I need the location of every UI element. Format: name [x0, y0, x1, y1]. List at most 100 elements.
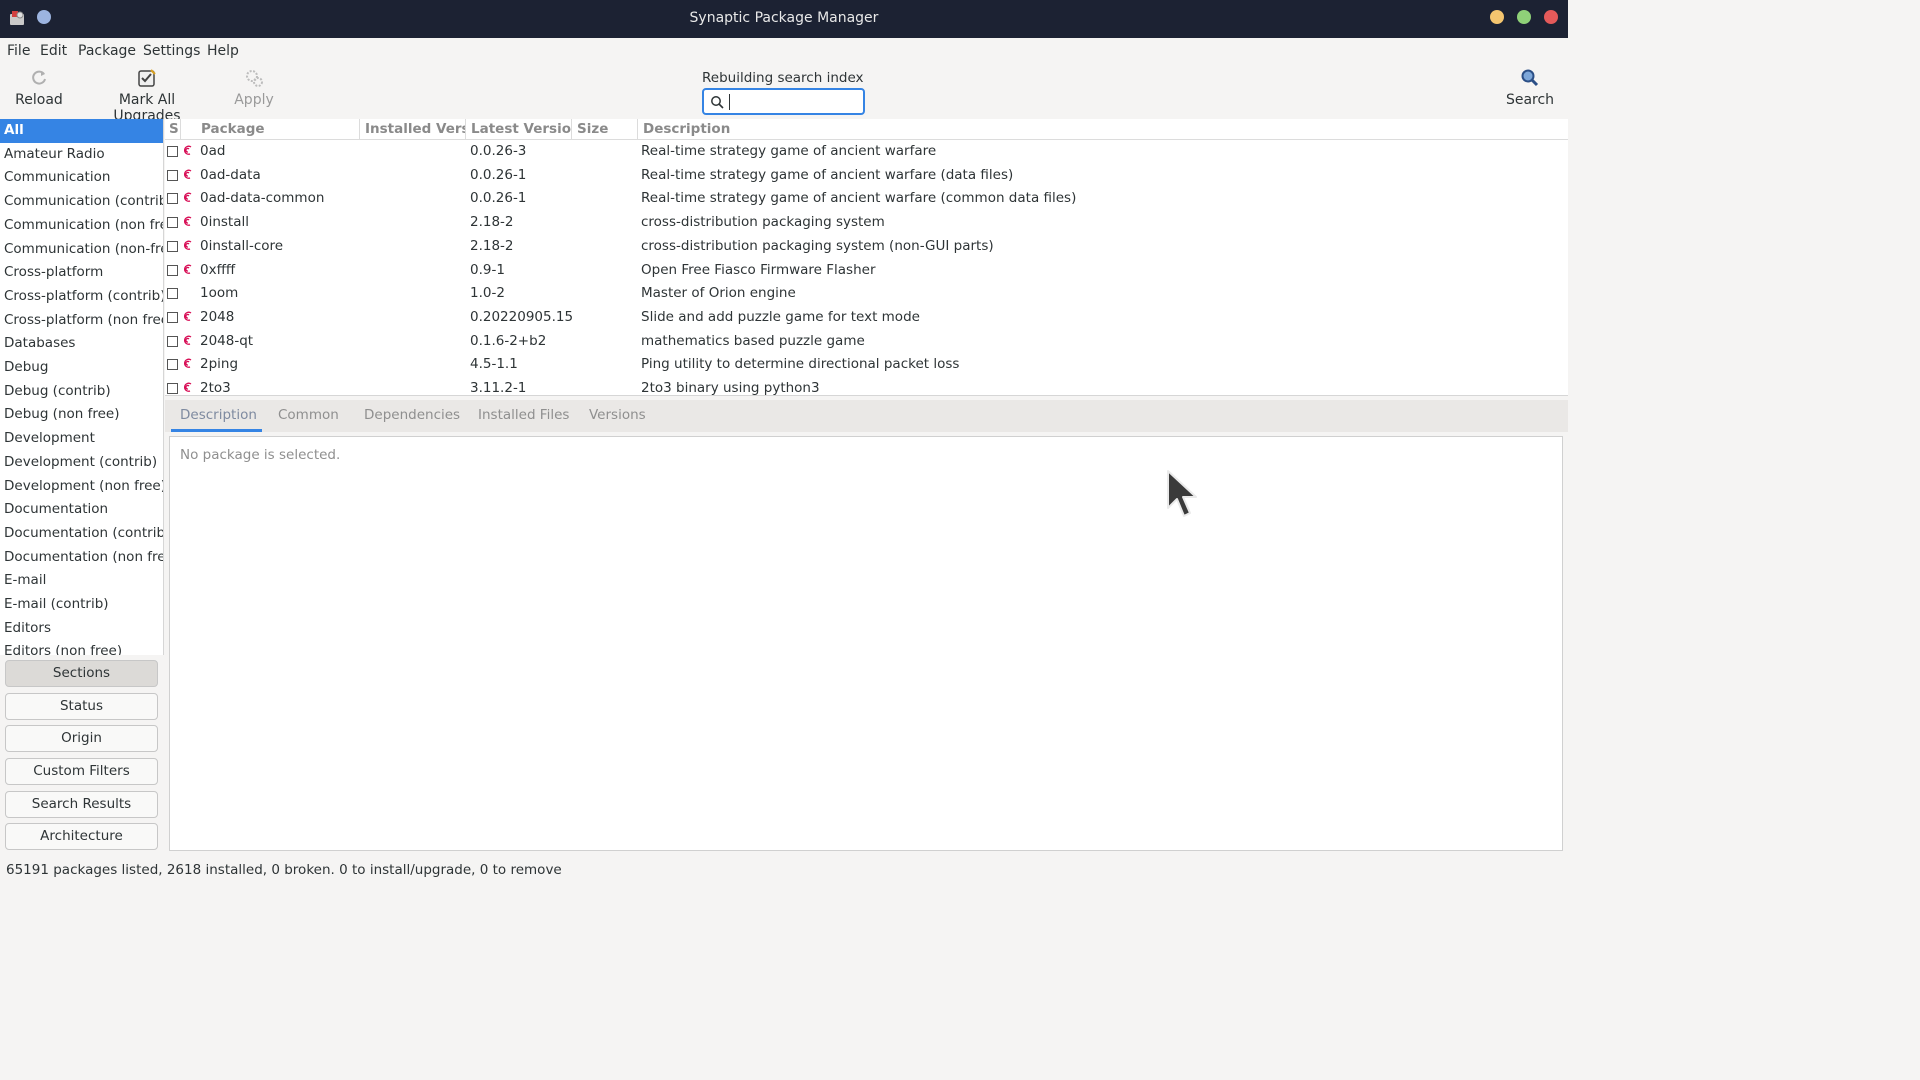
- col-installed-header[interactable]: Installed Version: [360, 119, 466, 140]
- table-row[interactable]: 0install 2.18-2 cross-distribution packagi…: [165, 211, 1568, 235]
- title-bar: Synaptic Package Manager: [0, 0, 1568, 38]
- section-item[interactable]: Databases: [0, 332, 163, 356]
- package-description: Real-time strategy game of ancient warfa…: [641, 143, 937, 159]
- package-checkbox[interactable]: [167, 359, 178, 371]
- reload-button[interactable]: Reload: [14, 68, 64, 108]
- mark-all-upgrades-button[interactable]: Mark All Upgrades: [88, 68, 206, 124]
- search-results-button[interactable]: Search Results: [5, 791, 158, 818]
- package-list[interactable]: S Package Installed Version Latest Versi…: [165, 119, 1568, 396]
- table-row[interactable]: 2048-qt 0.1.6-2+b2 mathematics based puzzl…: [165, 330, 1568, 354]
- debian-swirl-icon: [184, 311, 192, 321]
- section-item[interactable]: Development (contrib): [0, 451, 163, 475]
- package-checkbox[interactable]: [167, 169, 178, 181]
- section-item[interactable]: Debug: [0, 356, 163, 380]
- package-name: 0xffff: [200, 261, 236, 278]
- table-row[interactable]: 2048 0.20220905.155 Slide and add puzzle g…: [165, 306, 1568, 330]
- package-checkbox[interactable]: [167, 193, 178, 205]
- section-item[interactable]: Cross-platform: [0, 261, 163, 285]
- package-checkbox[interactable]: [167, 240, 178, 252]
- tab-common[interactable]: Common: [278, 407, 339, 423]
- mouse-cursor-icon: [1167, 470, 1197, 517]
- synaptic-window: Synaptic Package Manager File Edit Packa…: [0, 0, 1568, 882]
- package-description: Real-time strategy game of ancient warfa…: [641, 190, 1077, 207]
- menu-edit[interactable]: Edit: [40, 43, 67, 59]
- reload-label: Reload: [15, 92, 63, 108]
- details-tabs: Description Common Dependencies Installe…: [165, 400, 1568, 432]
- reload-icon: [32, 70, 46, 85]
- package-checkbox[interactable]: [167, 217, 178, 229]
- package-checkbox[interactable]: [167, 146, 178, 157]
- section-item[interactable]: Documentation: [0, 498, 163, 522]
- latest-version: 0.0.26-1: [470, 166, 527, 183]
- section-item[interactable]: Editors: [0, 617, 163, 641]
- sections-filter-button[interactable]: Sections: [5, 660, 158, 687]
- table-row[interactable]: 0install-core 2.18-2 cross-distribution pa…: [165, 235, 1568, 259]
- table-row[interactable]: 2to3 3.11.2-1 2to3 binary using python3: [165, 377, 1568, 396]
- architecture-filter-button[interactable]: Architecture: [5, 823, 158, 850]
- search-field[interactable]: [702, 88, 865, 115]
- package-name: 0install: [200, 214, 249, 231]
- section-item[interactable]: Cross-platform (contrib): [0, 285, 163, 309]
- section-item[interactable]: Debug (non free): [0, 403, 163, 427]
- custom-filters-button[interactable]: Custom Filters: [5, 758, 158, 785]
- maximize-button[interactable]: [1517, 10, 1531, 24]
- search-input[interactable]: [728, 93, 858, 111]
- package-description: 2to3 binary using python3: [641, 380, 820, 396]
- minimize-button[interactable]: [1490, 10, 1504, 24]
- search-button-label: Search: [1505, 92, 1555, 108]
- section-item[interactable]: All: [0, 119, 163, 143]
- col-package-header[interactable]: Package: [196, 119, 360, 140]
- table-row[interactable]: 0xffff 0.9-1 Open Free Fiasco Firmware Fla…: [165, 259, 1568, 283]
- section-item[interactable]: E-mail: [0, 569, 163, 593]
- col-status-header[interactable]: S: [165, 119, 181, 140]
- menu-help[interactable]: Help: [207, 43, 239, 59]
- table-row[interactable]: 0ad 0.0.26-3 Real-time strategy game of an…: [165, 140, 1568, 164]
- table-row[interactable]: 2ping 4.5-1.1 Ping utility to determine di…: [165, 353, 1568, 377]
- tab-description[interactable]: Description: [180, 407, 257, 423]
- col-latest-header[interactable]: Latest Version: [466, 119, 572, 140]
- package-checkbox[interactable]: [167, 264, 178, 276]
- section-item[interactable]: E-mail (contrib): [0, 593, 163, 617]
- col-size-header[interactable]: Size: [572, 119, 638, 140]
- apply-button[interactable]: Apply: [230, 68, 278, 108]
- package-name: 0ad: [200, 143, 226, 159]
- menu-settings[interactable]: Settings: [143, 43, 200, 59]
- col-description-header[interactable]: Description: [638, 119, 1568, 140]
- section-item[interactable]: Communication (contrib): [0, 190, 163, 214]
- section-item[interactable]: Communication: [0, 166, 163, 190]
- package-name: 2ping: [200, 356, 239, 373]
- package-description: cross-distribution packaging system: [641, 214, 885, 231]
- section-item[interactable]: Communication (non free): [0, 214, 163, 238]
- section-item[interactable]: Editors (non free): [0, 640, 163, 655]
- section-item[interactable]: Communication (non-free): [0, 238, 163, 262]
- sections-list[interactable]: All Amateur Radio Communication Communic…: [0, 119, 164, 655]
- section-item[interactable]: Development: [0, 427, 163, 451]
- package-checkbox[interactable]: [167, 311, 178, 323]
- package-description: Real-time strategy game of ancient warfa…: [641, 166, 1014, 183]
- latest-version: 0.0.26-1: [470, 190, 527, 207]
- package-checkbox[interactable]: [167, 335, 178, 347]
- latest-version: 0.0.26-3: [470, 143, 527, 159]
- section-item[interactable]: Debug (contrib): [0, 380, 163, 404]
- package-checkbox[interactable]: [167, 288, 178, 300]
- table-row[interactable]: 0ad-data-common 0.0.26-1 Real-time strateg…: [165, 187, 1568, 211]
- section-item[interactable]: Development (non free): [0, 475, 163, 499]
- tab-installed-files[interactable]: Installed Files: [478, 407, 569, 423]
- package-checkbox[interactable]: [167, 383, 178, 394]
- latest-version: 0.20220905.155: [470, 308, 572, 325]
- tab-dependencies[interactable]: Dependencies: [364, 407, 460, 423]
- section-item[interactable]: Amateur Radio: [0, 143, 163, 167]
- menu-package[interactable]: Package: [78, 43, 136, 59]
- menu-file[interactable]: File: [7, 43, 30, 59]
- origin-filter-button[interactable]: Origin: [5, 725, 158, 752]
- search-button[interactable]: Search: [1502, 68, 1558, 108]
- close-button[interactable]: [1544, 10, 1558, 24]
- table-row[interactable]: 0ad-data 0.0.26-1 Real-time strategy game …: [165, 164, 1568, 188]
- status-filter-button[interactable]: Status: [5, 693, 158, 720]
- section-item[interactable]: Documentation (non free): [0, 546, 163, 570]
- tab-versions[interactable]: Versions: [589, 407, 646, 423]
- section-item[interactable]: Documentation (contrib): [0, 522, 163, 546]
- table-row[interactable]: 1oom 1.0-2 Master of Orion engine: [165, 282, 1568, 306]
- latest-version: 0.9-1: [470, 261, 505, 278]
- section-item[interactable]: Cross-platform (non free): [0, 309, 163, 333]
